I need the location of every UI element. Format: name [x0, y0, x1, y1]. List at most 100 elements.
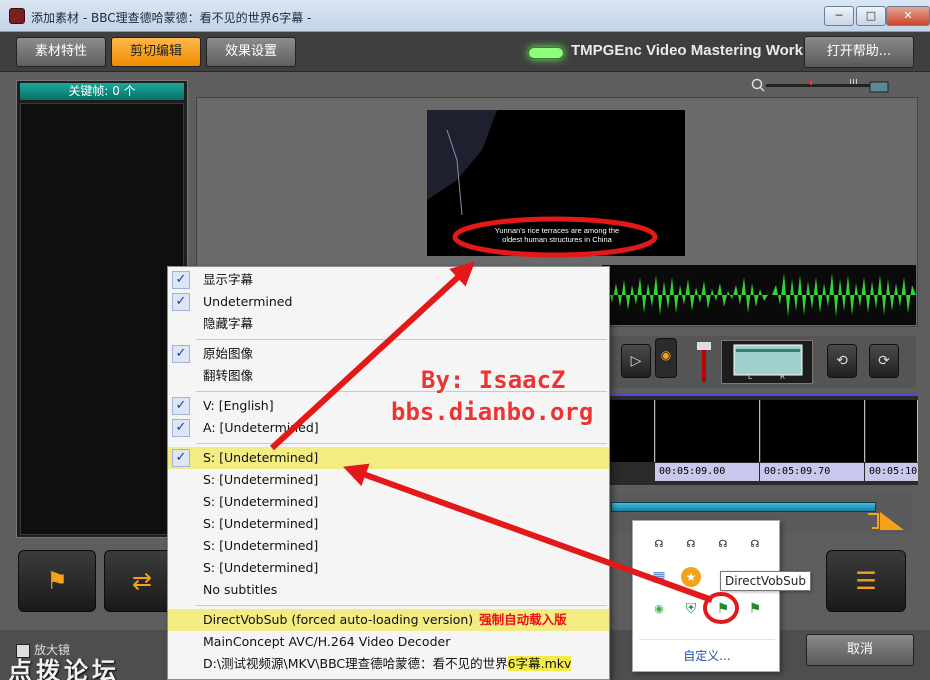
- step-forward-icon: ▷: [630, 353, 642, 369]
- audio-meter-graphic: [733, 344, 803, 376]
- menu-item-label: S: [Undetermined]: [203, 472, 319, 487]
- redo-icon: ⟳: [878, 353, 890, 369]
- file-name-highlight: 6字幕.mkv: [507, 656, 572, 671]
- context-menu: ✓ 显示字幕 ✓ Undetermined 隐藏字幕 ✓ 原始图像 翻转图像 ✓ V: …: [167, 266, 610, 680]
- tray-keyboard-icon[interactable]: ▦: [649, 567, 669, 587]
- menu-item-mainconcept-decoder[interactable]: MainConcept AVC/H.264 Video Decoder: [168, 631, 609, 653]
- keyframe-header: 关键帧: 0 个: [20, 83, 184, 100]
- tab-effect-settings[interactable]: 效果设置: [206, 37, 296, 67]
- meter-label-l: L: [748, 373, 752, 381]
- keyframe-panel: 关键帧: 0 个: [16, 80, 188, 538]
- video-preview[interactable]: Yunnan's rice terraces are among the old…: [427, 110, 685, 256]
- help-button[interactable]: 打开帮助...: [804, 36, 914, 68]
- audio-toggle-button[interactable]: ◉: [655, 338, 677, 378]
- tab-cut-edit[interactable]: 剪切编辑: [111, 37, 201, 67]
- menu-item-subtitle-track[interactable]: S: [Undetermined]: [168, 491, 609, 513]
- menu-item-label: 显示字幕: [203, 272, 254, 287]
- check-icon: ✓: [172, 345, 190, 363]
- brand-led-icon: [528, 47, 564, 59]
- check-icon: ✓: [172, 293, 190, 311]
- cut-list-button[interactable]: ☰: [826, 550, 906, 612]
- tray-shield-icon[interactable]: ⛨: [681, 599, 701, 619]
- step-forward-button[interactable]: ▷: [621, 344, 651, 378]
- redo-button[interactable]: ⟳: [869, 344, 899, 378]
- tray-divider: [639, 639, 775, 640]
- add-cut-point-button[interactable]: ⚑: [18, 550, 96, 612]
- menu-item-label: A: [Undetermined]: [203, 420, 319, 435]
- author-watermark: By: IsaacZ: [421, 366, 566, 394]
- menu-item-label: 隐藏字幕: [203, 316, 254, 331]
- menu-item-label: S: [Undetermined]: [203, 560, 319, 575]
- maximize-button[interactable]: □: [856, 6, 886, 26]
- tray-network-icon[interactable]: ☊: [713, 535, 733, 555]
- menu-item-label: S: [Undetermined]: [203, 494, 319, 509]
- directvobsub-tray-icon[interactable]: ⚑: [713, 599, 733, 619]
- tray-network-icon[interactable]: ☊: [745, 535, 765, 555]
- menu-item-label: S: [Undetermined]: [203, 538, 319, 553]
- window-title: 添加素材 - BBC理查德哈蒙德：看不见的世界6字幕 -: [31, 11, 312, 25]
- menu-item-show-subtitles[interactable]: ✓ 显示字幕: [168, 269, 609, 291]
- check-icon: ✓: [172, 449, 190, 467]
- menu-item-no-subtitles[interactable]: No subtitles: [168, 579, 609, 601]
- tray-network-icon[interactable]: ☊: [649, 535, 669, 555]
- timecode: 00:05:09.00: [655, 463, 759, 481]
- cancel-button[interactable]: 取消: [806, 634, 914, 666]
- menu-item-label: D:\测试视频源\MKV\BBC理查德哈蒙德：看不见的世界: [203, 656, 508, 671]
- check-icon: ✓: [172, 419, 190, 437]
- undo-button[interactable]: ⟲: [827, 344, 857, 378]
- menu-item-label: Undetermined: [203, 294, 293, 309]
- menu-separator: [196, 605, 607, 606]
- menu-item-label: DirectVobSub (forced auto-loading versio…: [203, 612, 474, 627]
- menu-item-subtitle-track[interactable]: S: [Undetermined]: [168, 557, 609, 579]
- audio-waveform[interactable]: [602, 265, 916, 325]
- menu-item-subtitle-track[interactable]: S: [Undetermined]: [168, 469, 609, 491]
- audio-level-meter: L R: [721, 340, 813, 384]
- menu-item-label: 原始图像: [203, 346, 254, 361]
- timeline-thumbnail: [866, 400, 918, 462]
- menu-item-label: MainConcept AVC/H.264 Video Decoder: [203, 634, 451, 649]
- menu-item-label: S: [Undetermined]: [203, 516, 319, 531]
- menu-item-hide-subtitles[interactable]: 隐藏字幕: [168, 313, 609, 335]
- brand-title: TMPGEnc Video Mastering Works 5: [571, 42, 824, 59]
- add-flag-icon: ⚑: [46, 567, 68, 595]
- menu-item-undetermined[interactable]: ✓ Undetermined: [168, 291, 609, 313]
- speaker-icon: ◉: [660, 348, 672, 362]
- menu-item-original-image[interactable]: ✓ 原始图像: [168, 343, 609, 365]
- tray-star-icon[interactable]: ★: [681, 567, 701, 587]
- menu-item-subtitle-track[interactable]: S: [Undetermined]: [168, 535, 609, 557]
- close-button[interactable]: ✕: [886, 6, 930, 26]
- tab-clip-properties[interactable]: 素材特性: [16, 37, 106, 67]
- end-marker-icon[interactable]: [866, 510, 906, 532]
- forum-watermark: 点拨论坛: [8, 657, 120, 680]
- menu-item-subtitle-track[interactable]: ✓ S: [Undetermined]: [168, 447, 609, 469]
- check-icon: ✓: [172, 397, 190, 415]
- menu-item-label: S: [Undetermined]: [203, 450, 319, 465]
- minimize-button[interactable]: ─: [824, 6, 854, 26]
- preview-dark-scene-icon: [427, 110, 497, 216]
- zoom-slider[interactable]: [750, 76, 920, 94]
- site-watermark: bbs.dianbo.org: [391, 398, 594, 426]
- app-icon: [9, 8, 25, 24]
- menu-item-source-file[interactable]: D:\测试视频源\MKV\BBC理查德哈蒙德：看不见的世界6字幕.mkv: [168, 653, 609, 675]
- seek-track[interactable]: [611, 502, 876, 512]
- check-icon: ✓: [172, 271, 190, 289]
- waveform-graphic: [602, 273, 916, 317]
- preview-subtitle: Yunnan's rice terraces are among the old…: [457, 226, 657, 244]
- timeline-strip[interactable]: 00:05:09.00 00:05:09.70 00:05:10.41: [603, 393, 918, 485]
- timecode: 00:05:10.41: [865, 463, 918, 481]
- menu-item-directvobsub[interactable]: DirectVobSub (forced auto-loading versio…: [168, 609, 609, 631]
- tray-sync-icon[interactable]: ◉: [649, 599, 669, 619]
- menu-item-subtitle-track[interactable]: S: [Undetermined]: [168, 513, 609, 535]
- timeline-thumbnail: [761, 400, 865, 462]
- keyframe-list[interactable]: [20, 103, 184, 535]
- undo-icon: ⟲: [836, 353, 848, 369]
- tray-overflow-popup: ☊ ☊ ☊ ☊ ▦ ★ ▮ ◉ ⛨ ⚑ ⚑ 自定义...: [632, 520, 780, 672]
- directvobsub-tray-icon[interactable]: ⚑: [745, 599, 765, 619]
- subtitle-line-2: oldest human structures in China: [502, 235, 612, 244]
- tray-customize-link[interactable]: 自定义...: [633, 647, 781, 664]
- directvobsub-note: 强制自动载入版: [479, 612, 567, 627]
- volume-slider[interactable]: [695, 340, 713, 384]
- list-icon: ☰: [855, 567, 877, 595]
- tray-network-icon[interactable]: ☊: [681, 535, 701, 555]
- menu-item-label: 翻转图像: [203, 368, 254, 383]
